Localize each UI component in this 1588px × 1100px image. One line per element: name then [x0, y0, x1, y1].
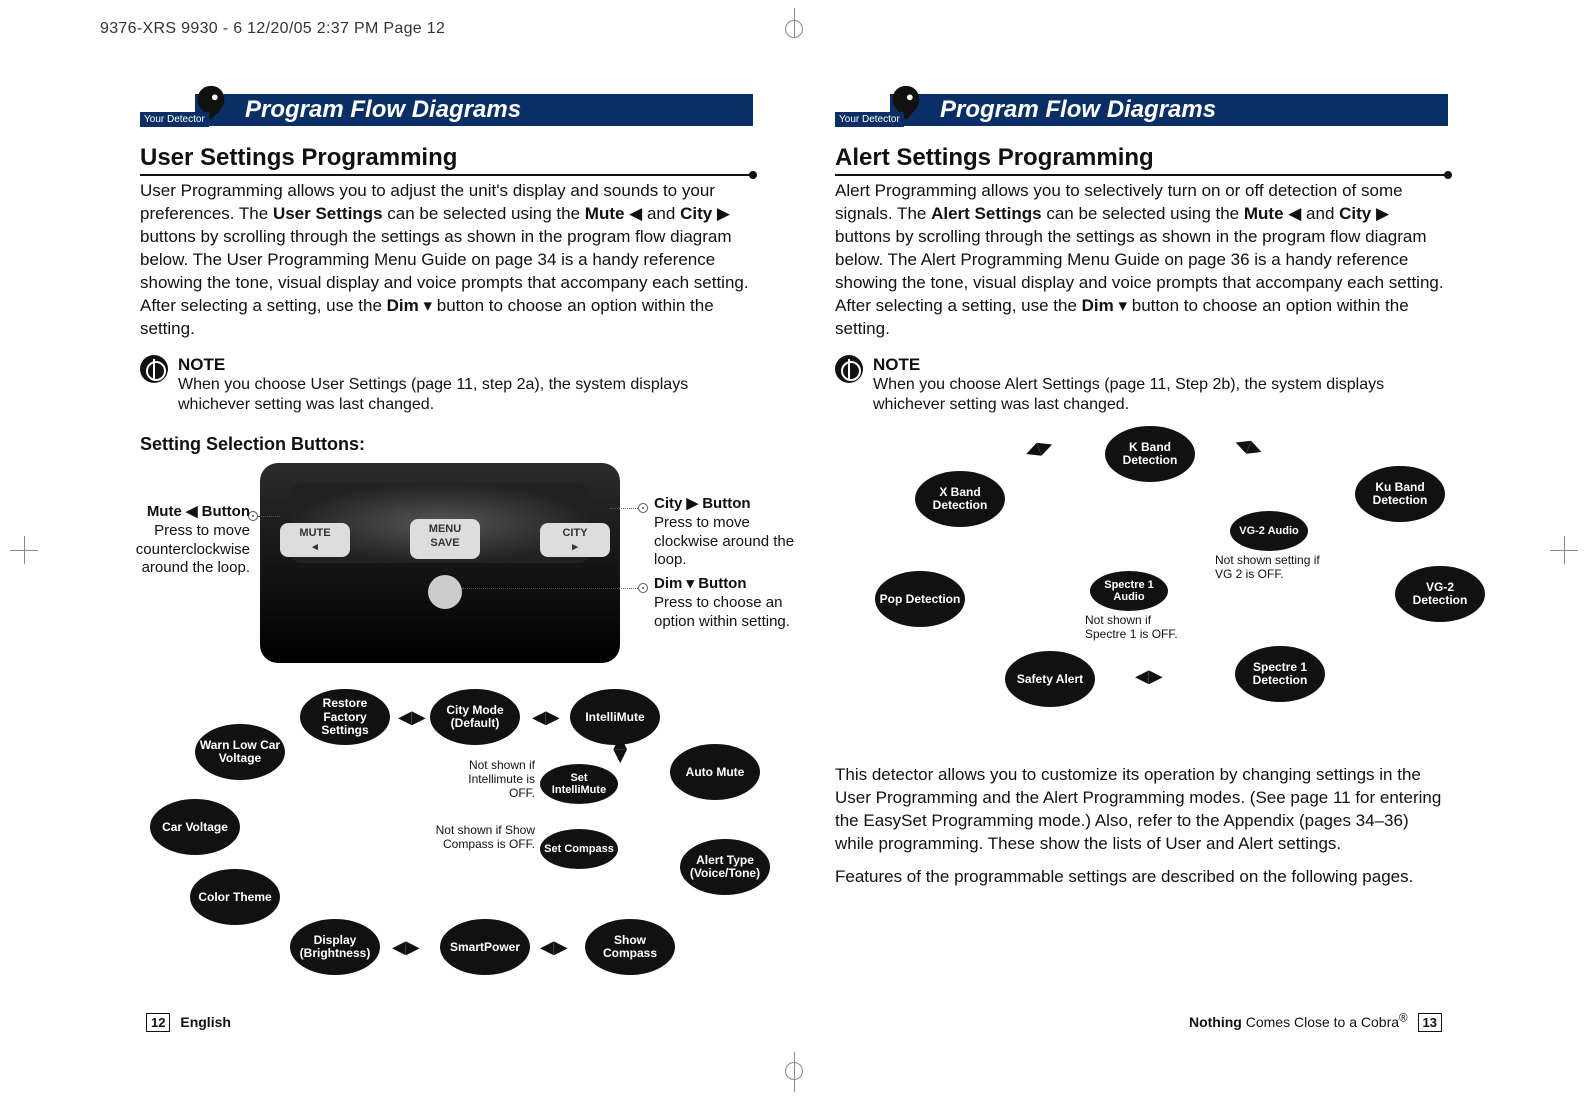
double-arrow-icon: ◀▶ [540, 937, 568, 958]
double-arrow-icon: ◀▶ [1022, 434, 1055, 463]
callout-mute: Mute ◀ Button Press to move counterclock… [90, 503, 250, 578]
node-spectre1-audio: Spectre 1 Audio [1090, 571, 1168, 611]
section-title-user-settings: User Settings Programming [140, 144, 753, 176]
node-display: Display (Brightness) [290, 919, 380, 975]
callout-city: City ▶ Button Press to move clockwise ar… [654, 495, 814, 570]
node-spectre1-det: Spectre 1 Detection [1235, 646, 1325, 702]
device-dim-button [428, 575, 462, 609]
header-badge-text: Your Detector [140, 112, 209, 127]
subhead-setting-selection: Setting Selection Buttons: [140, 434, 753, 455]
device-menu-button: MENUSAVE [410, 519, 480, 559]
detector-photo [260, 463, 620, 663]
device-mute-button: MUTE◂ [280, 523, 350, 557]
node-car-voltage: Car Voltage [150, 799, 240, 855]
note-body: When you choose Alert Settings (page 11,… [873, 375, 1448, 417]
footer-tagline: Nothing Comes Close to a Cobra® [1189, 1014, 1408, 1030]
registration-mark [1550, 536, 1578, 564]
note-body: When you choose User Settings (page 11, … [178, 375, 753, 417]
node-warn-low-voltage: Warn Low Car Voltage [195, 724, 285, 780]
print-slug: 9376-XRS 9930 - 6 12/20/05 2:37 PM Page … [100, 20, 445, 38]
note-block: NOTE When you choose User Settings (page… [140, 355, 753, 417]
alert-settings-loop: K Band Detection Ku Band Detection VG-2 … [835, 426, 1448, 746]
node-color-theme: Color Theme [190, 869, 280, 925]
header-badge-text: Your Detector [835, 112, 904, 127]
note-block: NOTE When you choose Alert Settings (pag… [835, 355, 1448, 417]
note-heading: NOTE [178, 355, 753, 375]
node-safety-alert: Safety Alert [1005, 651, 1095, 707]
hint-vg2: Not shown setting if VG 2 is OFF. [1215, 554, 1325, 582]
leader-dot [638, 583, 648, 593]
section-title-alert-settings: Alert Settings Programming [835, 144, 1448, 176]
node-pop-detection: Pop Detection [875, 571, 965, 627]
note-icon [835, 355, 863, 383]
node-city-mode: City Mode (Default) [430, 689, 520, 745]
closing-para-1: This detector allows you to customize it… [835, 764, 1448, 856]
leader-line [258, 516, 280, 517]
double-arrow-icon: ◀▶ [392, 937, 420, 958]
leader-line [462, 588, 638, 589]
page-right: Program Flow Diagrams Your Detector Aler… [795, 60, 1488, 1040]
footer-language: English [180, 1014, 231, 1030]
crop-mark [785, 20, 803, 38]
page-number: 12 [146, 1013, 170, 1032]
leader-line [610, 508, 638, 509]
node-alert-type: Alert Type (Voice/Tone) [680, 839, 770, 895]
intro-paragraph: Alert Programming allows you to selectiv… [835, 180, 1448, 341]
node-smartpower: SmartPower [440, 919, 530, 975]
double-arrow-icon: ◀▶ [532, 707, 560, 728]
leader-dot [638, 503, 648, 513]
node-set-compass: Set Compass [540, 829, 618, 869]
page-footer-left: 12 English [140, 1013, 231, 1032]
page-left: Program Flow Diagrams Your Detector User… [100, 60, 793, 1040]
node-x-band: X Band Detection [915, 471, 1005, 527]
header-badge: Your Detector [835, 90, 925, 130]
header-title: Program Flow Diagrams [195, 94, 753, 126]
header-title: Program Flow Diagrams [890, 94, 1448, 126]
user-settings-loop: City Mode (Default) IntelliMute Auto Mut… [140, 689, 753, 1009]
page-header: Program Flow Diagrams Your Detector [140, 90, 753, 130]
crop-mark [785, 1062, 803, 1080]
registration-mark [10, 536, 38, 564]
hint-intellimute: Not shown if Intellimute is OFF. [440, 759, 535, 800]
page-footer-right: Nothing Comes Close to a Cobra® 13 [1189, 1011, 1448, 1032]
node-show-compass: Show Compass [585, 919, 675, 975]
node-auto-mute: Auto Mute [670, 744, 760, 800]
page-header: Program Flow Diagrams Your Detector [835, 90, 1448, 130]
node-k-band: K Band Detection [1105, 426, 1195, 482]
header-badge: Your Detector [140, 90, 230, 130]
double-arrow-icon: ◀▶ [398, 707, 426, 728]
page-number: 13 [1418, 1013, 1442, 1032]
closing-para-2: Features of the programmable settings ar… [835, 866, 1448, 889]
intro-paragraph: User Programming allows you to adjust th… [140, 180, 753, 341]
node-restore-factory: Restore Factory Settings [300, 689, 390, 745]
double-arrow-icon: ◀▶ [1135, 666, 1163, 687]
hint-compass: Not shown if Show Compass is OFF. [430, 824, 535, 852]
node-vg2-det: VG-2 Detection [1395, 566, 1485, 622]
double-arrow-icon: ◀▶ [610, 736, 631, 764]
note-heading: NOTE [873, 355, 1448, 375]
node-set-intellimute: Set IntelliMute [540, 764, 618, 804]
callout-dim: Dim ▾ Button Press to choose an option w… [654, 575, 814, 631]
note-icon [140, 355, 168, 383]
hint-spectre: Not shown if Spectre 1 is OFF. [1085, 614, 1185, 642]
device-illustration: MUTE◂ MENUSAVE CITY▸ Mute ◀ Button Press… [140, 463, 753, 683]
double-arrow-icon: ◀▶ [1232, 432, 1265, 461]
device-city-button: CITY▸ [540, 523, 610, 557]
node-ku-band: Ku Band Detection [1355, 466, 1445, 522]
node-vg2-audio: VG-2 Audio [1230, 511, 1308, 551]
